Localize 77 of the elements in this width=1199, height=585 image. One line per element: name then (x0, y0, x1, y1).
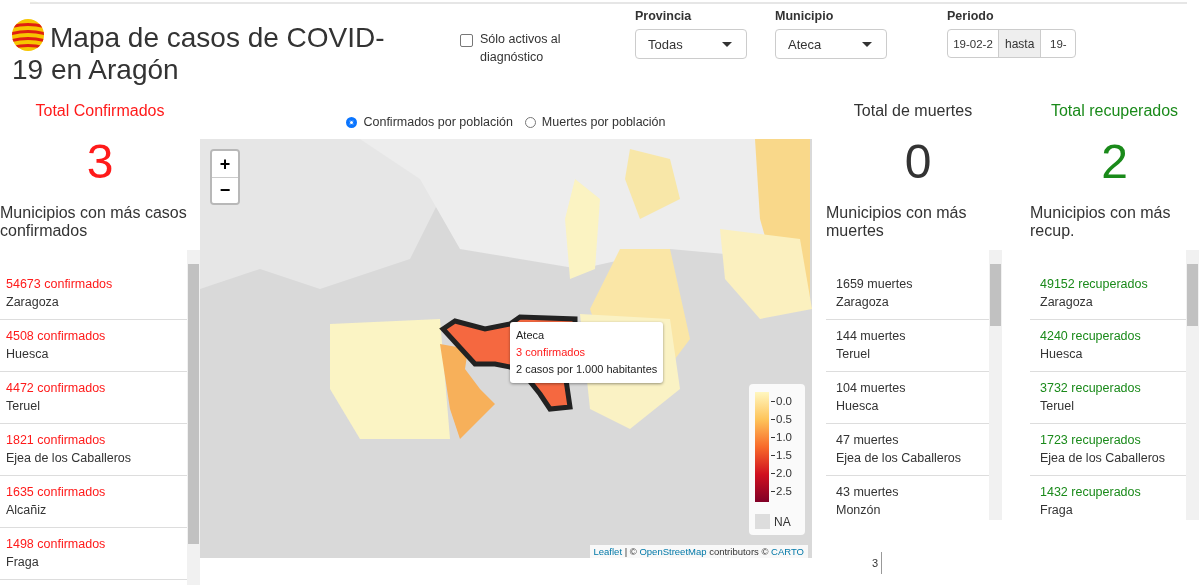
item-name: Ejea de los Caballeros (6, 450, 133, 467)
tooltip-cases: 3 confirmados (516, 345, 587, 360)
item-name: Huesca (1040, 346, 1084, 363)
scrollbar[interactable] (989, 250, 1002, 520)
filter-label: Periodo (947, 9, 995, 25)
legend-label: NA (774, 514, 791, 529)
radio-label: Muertes por población (541, 115, 666, 129)
item-name: Teruel (1040, 398, 1076, 415)
zoom-out-button[interactable]: − (212, 177, 238, 203)
attribution-link[interactable]: OpenStreetMap (639, 546, 707, 557)
caret-icon (722, 41, 732, 47)
item-count: 4508 confirmados (6, 328, 107, 345)
item-count: 4240 recuperados (1040, 328, 1142, 345)
radio-button[interactable] (346, 116, 358, 128)
item-name: Alcañiz (6, 502, 48, 519)
item-name: Ejea de los Caballeros (836, 450, 963, 467)
item-name: Ejea de los Caballeros (1040, 450, 1167, 467)
dropdown[interactable]: Todas (635, 29, 747, 59)
item-name: Teruel (6, 398, 42, 415)
zoom-in-button[interactable]: + (212, 151, 238, 177)
legend-tick: 1.5 (776, 448, 792, 463)
item-count: 1723 recuperados (1040, 432, 1142, 449)
item-count: 4472 confirmados (6, 380, 107, 397)
flag-icon (12, 19, 44, 51)
item-name: Monzón (836, 502, 882, 519)
panel-title: Total de muertes (852, 102, 974, 121)
radio-label: Confirmados por población (363, 115, 513, 129)
item-count: 49152 recuperados (1040, 276, 1149, 293)
legend-tick: 2.0 (776, 466, 792, 481)
map[interactable]: + − Ateca 3 confirmados 2 casos por 1.000 habitantes 0.0 0.5 1.0 1.5 2.0 2.5 NA Leaflet | © OpenStreetMap contributors © CARTO (200, 139, 812, 558)
attribution-link[interactable]: Leaflet (593, 546, 623, 557)
na-swatch (755, 514, 770, 529)
caret-icon (862, 41, 872, 47)
item-count: 104 muertes (836, 380, 907, 397)
legend-tick: 0.5 (776, 412, 792, 427)
filter-label: Provincia (635, 9, 693, 25)
total-count: 3 (85, 134, 115, 190)
item-count: 1432 recuperados (1040, 484, 1142, 501)
panel-subtitle: Municipios con más recup. (1030, 204, 1172, 240)
checkbox-label: Sólo activos al diagnóstico (480, 31, 562, 66)
scrollbar[interactable] (187, 250, 200, 585)
map-attribution: Leaflet | © OpenStreetMap contributors © CARTO (589, 545, 808, 558)
tooltip-rate: 2 casos por 1.000 habitantes (516, 362, 658, 377)
panel-subtitle: Municipios con más casos confirmados (0, 204, 188, 240)
total-count: 2 (1100, 134, 1129, 190)
panel-subtitle: Municipios con más muertes (826, 204, 968, 240)
item-count: 54673 confirmados (6, 276, 114, 293)
item-count: 1821 confirmados (6, 432, 107, 449)
item-count: 1498 confirmados (6, 536, 107, 553)
item-name: Zaragoza (1040, 294, 1094, 311)
filter-label: Municipio (775, 9, 835, 25)
item-name: Zaragoza (6, 294, 60, 311)
legend-tick: 1.0 (776, 430, 792, 445)
item-name: Huesca (6, 346, 50, 363)
item-name: Teruel (836, 346, 872, 363)
item-count: 47 muertes (836, 432, 900, 449)
dropdown[interactable]: Ateca (775, 29, 887, 59)
checkbox[interactable] (460, 34, 473, 47)
item-name: Fraga (1040, 502, 1074, 519)
item-name: Huesca (836, 398, 880, 415)
panel-title: Total recuperados (1049, 102, 1180, 121)
axis-tick-label: 3 (871, 557, 878, 569)
item-count: 1635 confirmados (6, 484, 107, 501)
page-title: Mapa de casos de COVID-19 en Aragón (12, 19, 392, 86)
legend-tick: 0.0 (776, 394, 792, 409)
item-count: 43 muertes (836, 484, 900, 501)
scrollbar[interactable] (1186, 250, 1199, 520)
item-count: 3732 recuperados (1040, 380, 1142, 397)
legend-tick: 2.5 (776, 484, 792, 499)
attribution-link[interactable]: CARTO (771, 546, 804, 557)
item-count: 144 muertes (836, 328, 907, 345)
item-name: Zaragoza (836, 294, 890, 311)
panel-title: Total Confirmados (34, 102, 166, 121)
tooltip-title: Ateca (516, 328, 546, 343)
item-count: 1659 muertes (836, 276, 914, 293)
total-count: 0 (903, 134, 933, 190)
item-name: Fraga (6, 554, 40, 571)
